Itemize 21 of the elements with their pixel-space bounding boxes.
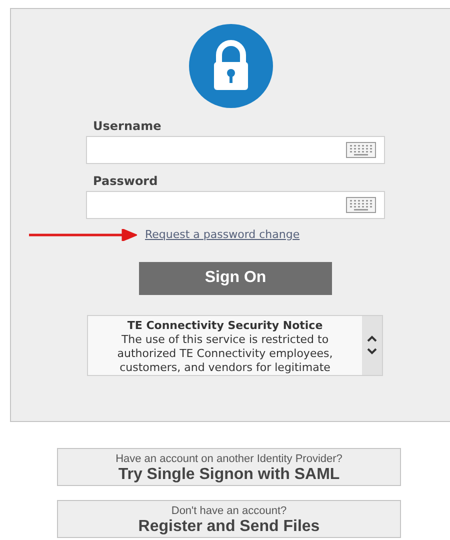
button-hint: Have an account on another Identity Provider? [116, 452, 342, 467]
padlock-icon [188, 23, 274, 109]
scroll-bar[interactable] [362, 316, 382, 374]
button-hint: Don't have an account? [171, 504, 287, 519]
notice-title: TE Connectivity Security Notice [126, 318, 324, 332]
notice-text: The use of this service is restricted to authorized TE Connectivity employees, customers, and vendors for legitimate [116, 332, 334, 374]
input-field[interactable] [86, 136, 385, 164]
chevron-up-icon[interactable] [367, 335, 377, 342]
input-field[interactable] [86, 191, 385, 219]
arrow-icon [29, 229, 137, 242]
keyboard-icon[interactable] [346, 142, 376, 158]
chevron-down-icon[interactable] [367, 348, 377, 355]
sign-on-button[interactable]: Sign On [139, 262, 332, 294]
field-label: Username [93, 118, 162, 135]
button-label: Register and Send Files [138, 519, 320, 534]
keyboard-icon[interactable] [346, 197, 376, 213]
alternate-signin-button[interactable]: Don't have an account? Register and Send Files [57, 500, 401, 538]
button-label: Try Single Signon with SAML [118, 467, 340, 482]
alternate-signin-button[interactable]: Have an account on another Identity Provider? Try Single Signon with SAML [57, 448, 401, 486]
field-label: Password [93, 173, 159, 190]
password-change-link[interactable]: Request a password change [145, 227, 300, 244]
